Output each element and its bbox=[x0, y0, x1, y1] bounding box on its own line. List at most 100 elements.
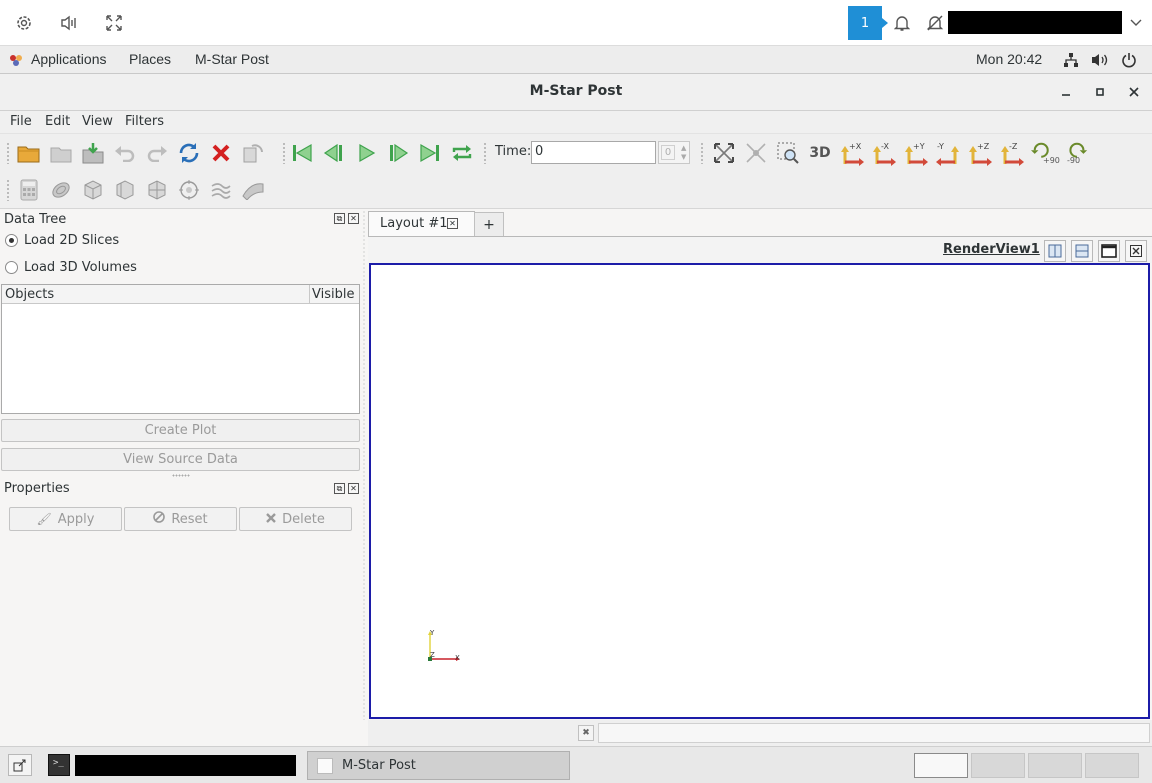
workspace-3[interactable] bbox=[1028, 753, 1082, 778]
menu-file[interactable]: File bbox=[10, 114, 32, 129]
view-plus-y-icon[interactable]: +Y bbox=[903, 140, 929, 166]
clock[interactable]: Mon 20:42 bbox=[976, 51, 1042, 67]
show-desktop-icon[interactable] bbox=[8, 754, 32, 776]
toolbar-grip[interactable] bbox=[6, 142, 10, 164]
calculator-icon[interactable] bbox=[16, 177, 42, 203]
split-horizontal-icon[interactable] bbox=[1044, 240, 1066, 262]
contour-icon[interactable] bbox=[48, 177, 74, 203]
workspace-1[interactable] bbox=[914, 753, 968, 778]
objects-table[interactable]: Objects Visible bbox=[1, 284, 360, 414]
applications-logo-icon[interactable] bbox=[8, 53, 24, 70]
time-input[interactable]: 0 bbox=[531, 141, 656, 164]
load-3d-radio[interactable] bbox=[5, 261, 18, 274]
network-icon[interactable] bbox=[1063, 52, 1079, 71]
notification-count-badge[interactable]: 1 bbox=[848, 6, 888, 40]
undock-icon[interactable]: ⧉ bbox=[334, 483, 345, 494]
clip-icon[interactable] bbox=[80, 177, 106, 203]
close-tab-icon[interactable]: ✕ bbox=[447, 218, 458, 229]
volume-icon[interactable] bbox=[1091, 52, 1109, 71]
maximize-icon[interactable] bbox=[1091, 83, 1109, 101]
stream-tracer-icon[interactable] bbox=[208, 177, 234, 203]
previous-frame-icon[interactable] bbox=[321, 140, 347, 166]
next-frame-icon[interactable] bbox=[385, 140, 411, 166]
undo-icon[interactable] bbox=[112, 140, 138, 166]
settings-icon[interactable] bbox=[14, 13, 34, 33]
spin-down-icon[interactable]: ▼ bbox=[681, 153, 686, 161]
power-icon[interactable] bbox=[1121, 52, 1137, 71]
vertical-splitter[interactable] bbox=[362, 210, 366, 720]
delete-button[interactable]: Delete bbox=[239, 507, 352, 531]
workspace-2[interactable] bbox=[971, 753, 1025, 778]
toggle-3d-button[interactable]: 3D bbox=[807, 140, 833, 166]
do-not-disturb-icon[interactable] bbox=[925, 13, 945, 33]
user-name-redacted[interactable] bbox=[948, 11, 1122, 34]
redo-icon[interactable] bbox=[144, 140, 170, 166]
terminal-title-redacted[interactable] bbox=[75, 755, 296, 776]
tab-layout-1[interactable]: Layout #1 ✕ bbox=[368, 211, 475, 237]
close-view-icon[interactable] bbox=[1125, 240, 1147, 262]
minimize-icon[interactable] bbox=[1057, 83, 1075, 101]
load-2d-radio[interactable] bbox=[5, 234, 18, 247]
menu-view[interactable]: View bbox=[82, 114, 113, 129]
play-icon[interactable] bbox=[353, 140, 379, 166]
reload-icon[interactable] bbox=[176, 140, 202, 166]
apply-button[interactable]: 🖌 Apply bbox=[9, 507, 122, 531]
load-3d-label[interactable]: Load 3D Volumes bbox=[24, 260, 137, 275]
view-plus-z-icon[interactable]: +Z bbox=[967, 140, 993, 166]
active-app-menu[interactable]: M-Star Post bbox=[195, 51, 269, 67]
connect-icon[interactable] bbox=[240, 140, 266, 166]
open-folder-icon[interactable] bbox=[16, 140, 42, 166]
zoom-to-data-icon[interactable] bbox=[743, 140, 769, 166]
view-minus-y-icon[interactable]: -Y bbox=[935, 140, 961, 166]
splitter-handle[interactable] bbox=[172, 474, 190, 477]
workspace-4[interactable] bbox=[1085, 753, 1139, 778]
applications-menu[interactable]: Applications bbox=[31, 51, 107, 67]
reset-button[interactable]: Reset bbox=[124, 507, 237, 531]
render-view-name[interactable]: RenderView1 bbox=[943, 242, 1040, 257]
fullscreen-icon[interactable] bbox=[104, 13, 124, 33]
save-data-icon[interactable] bbox=[80, 140, 106, 166]
column-objects[interactable]: Objects bbox=[5, 287, 54, 302]
taskbar-window-mstar[interactable]: M-Star Post bbox=[307, 751, 570, 780]
menu-edit[interactable]: Edit bbox=[45, 114, 70, 129]
undock-icon[interactable]: ⧉ bbox=[334, 213, 345, 224]
spin-up-icon[interactable]: ▲ bbox=[681, 144, 686, 152]
rotate-plus-90-icon[interactable]: +90 bbox=[1031, 140, 1060, 166]
render-view-canvas[interactable]: Y Z X bbox=[369, 263, 1150, 719]
glyph-icon[interactable] bbox=[176, 177, 202, 203]
first-frame-icon[interactable] bbox=[289, 140, 315, 166]
audio-icon[interactable] bbox=[59, 13, 79, 33]
menu-filters[interactable]: Filters bbox=[125, 114, 164, 129]
close-panel-icon[interactable]: ✕ bbox=[348, 483, 359, 494]
toolbar-grip[interactable] bbox=[483, 142, 487, 164]
add-tab-button[interactable]: + bbox=[474, 212, 504, 236]
load-2d-label[interactable]: Load 2D Slices bbox=[24, 233, 119, 248]
delete-icon[interactable] bbox=[208, 140, 234, 166]
view-plus-x-icon[interactable]: +X bbox=[839, 140, 865, 166]
maximize-view-icon[interactable] bbox=[1098, 240, 1120, 262]
toolbar-grip[interactable] bbox=[700, 142, 704, 164]
create-plot-button[interactable]: Create Plot bbox=[1, 419, 360, 442]
view-minus-z-icon[interactable]: -Z bbox=[999, 140, 1025, 166]
last-frame-icon[interactable] bbox=[417, 140, 443, 166]
loop-icon[interactable] bbox=[449, 140, 475, 166]
warp-icon[interactable] bbox=[240, 177, 266, 203]
rotate-minus-90-icon[interactable]: -90 bbox=[1063, 140, 1089, 166]
bell-icon[interactable] bbox=[892, 13, 912, 33]
toolbar-grip[interactable] bbox=[282, 142, 286, 164]
terminal-icon[interactable]: >_ bbox=[48, 754, 70, 776]
save-state-icon[interactable] bbox=[48, 140, 74, 166]
split-vertical-icon[interactable] bbox=[1071, 240, 1093, 262]
reset-camera-icon[interactable] bbox=[711, 140, 737, 166]
view-source-data-button[interactable]: View Source Data bbox=[1, 448, 360, 471]
view-minus-x-icon[interactable]: -X bbox=[871, 140, 897, 166]
toolbar-grip[interactable] bbox=[6, 179, 10, 201]
places-menu[interactable]: Places bbox=[129, 51, 171, 67]
close-panel-icon[interactable]: ✕ bbox=[348, 213, 359, 224]
close-dock-icon[interactable]: ✖ bbox=[578, 725, 594, 741]
time-index-spinbox[interactable]: 0 ▲ ▼ bbox=[658, 141, 690, 164]
zoom-to-box-icon[interactable] bbox=[775, 140, 801, 166]
slice-icon[interactable] bbox=[112, 177, 138, 203]
column-visible[interactable]: Visible bbox=[312, 287, 354, 302]
chevron-down-icon[interactable] bbox=[1126, 13, 1146, 33]
